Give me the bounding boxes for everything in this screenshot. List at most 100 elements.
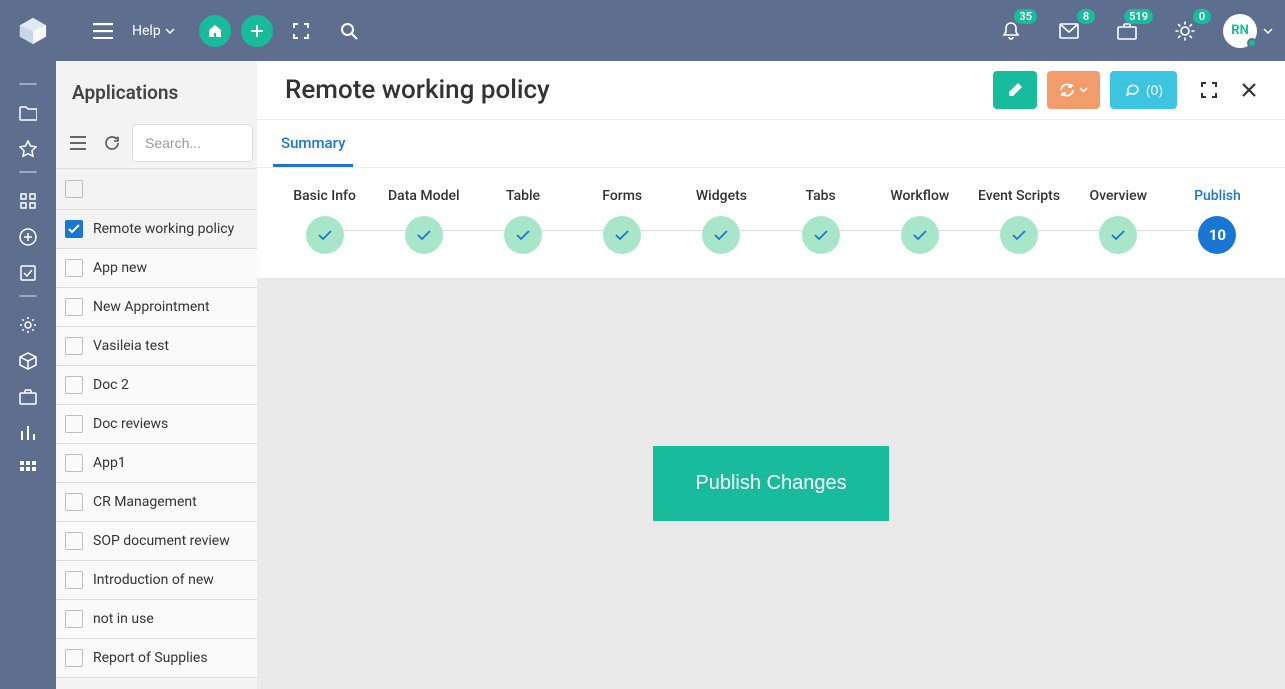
select-all-checkbox[interactable]: [65, 180, 83, 198]
help-label: Help: [132, 23, 161, 39]
wizard-step[interactable]: Event Scripts: [969, 188, 1068, 254]
row-checkbox[interactable]: [65, 610, 83, 628]
wizard-step[interactable]: Overview: [1069, 188, 1168, 254]
page-title: Remote working policy: [285, 75, 993, 105]
rail-apps-icon[interactable]: [8, 451, 48, 487]
publish-area: Publish Changes: [257, 278, 1285, 689]
publish-changes-button[interactable]: Publish Changes: [653, 446, 888, 521]
row-checkbox[interactable]: [65, 298, 83, 316]
row-checkbox[interactable]: [65, 376, 83, 394]
wizard-step[interactable]: Basic Info: [275, 188, 374, 254]
tab-summary[interactable]: Summary: [273, 120, 353, 167]
wizard-step[interactable]: Table: [473, 188, 572, 254]
add-button[interactable]: [241, 15, 273, 47]
row-checkbox[interactable]: [65, 532, 83, 550]
notifications-bell[interactable]: 35: [991, 11, 1031, 51]
application-name: Vasileia test: [93, 338, 169, 354]
row-checkbox[interactable]: [65, 454, 83, 472]
application-name: CR Management: [93, 494, 197, 510]
wizard-step[interactable]: Publish10: [1168, 188, 1267, 254]
step-check-icon: [603, 216, 641, 254]
mail-badge: 8: [1077, 9, 1095, 24]
step-check-icon: [504, 216, 542, 254]
application-row[interactable]: Doc 2: [56, 366, 257, 405]
applications-list: Remote working policy App new New Approint…: [56, 168, 257, 689]
comments-button[interactable]: (0): [1110, 71, 1177, 109]
step-check-icon: [901, 216, 939, 254]
wizard-step[interactable]: Forms: [573, 188, 672, 254]
refresh-icon[interactable]: [98, 129, 126, 157]
step-check-icon: [1000, 216, 1038, 254]
application-row[interactable]: Doc reviews: [56, 405, 257, 444]
notifications-briefcase[interactable]: 519: [1107, 11, 1147, 51]
application-row[interactable]: SOP document review: [56, 522, 257, 561]
edit-button[interactable]: [993, 71, 1037, 109]
application-row[interactable]: App1: [56, 444, 257, 483]
application-row[interactable]: Vasileia test: [56, 327, 257, 366]
application-name: Introduction of new: [93, 572, 214, 588]
row-checkbox[interactable]: [65, 259, 83, 277]
row-checkbox[interactable]: [65, 649, 83, 667]
application-row[interactable]: App new: [56, 249, 257, 288]
rail-separator: [19, 171, 37, 173]
search-icon[interactable]: [331, 13, 367, 49]
row-checkbox[interactable]: [65, 571, 83, 589]
theme-toggle[interactable]: 0: [1165, 11, 1205, 51]
step-count-icon: 10: [1198, 216, 1236, 254]
tab-bar: Summary: [257, 119, 1285, 167]
close-icon[interactable]: [1231, 72, 1267, 108]
rail-chart-icon[interactable]: [8, 415, 48, 451]
step-check-icon: [702, 216, 740, 254]
notifications-mail[interactable]: 8: [1049, 11, 1089, 51]
application-row[interactable]: Introduction of new: [56, 561, 257, 600]
application-name: Remote working policy: [93, 221, 234, 237]
user-menu[interactable]: RN: [1223, 14, 1273, 48]
bell-badge: 35: [1014, 9, 1037, 24]
comments-count: (0): [1146, 82, 1163, 98]
application-name: App1: [93, 455, 126, 471]
rail-add-icon[interactable]: [8, 219, 48, 255]
home-button[interactable]: [199, 15, 231, 47]
row-checkbox[interactable]: [65, 337, 83, 355]
row-checkbox[interactable]: [65, 220, 83, 238]
step-label: Data Model: [388, 188, 460, 204]
step-label: Workflow: [890, 188, 949, 204]
help-menu[interactable]: Help: [132, 23, 175, 39]
application-row[interactable]: CR Management: [56, 483, 257, 522]
wizard-step[interactable]: Workflow: [870, 188, 969, 254]
step-label: Event Scripts: [978, 188, 1060, 204]
app-logo[interactable]: [14, 12, 52, 50]
rail-grid-icon[interactable]: [8, 183, 48, 219]
application-row[interactable]: Report of Supplies: [56, 639, 257, 678]
step-label: Tabs: [805, 188, 835, 204]
wizard-step[interactable]: Widgets: [672, 188, 771, 254]
step-check-icon: [306, 216, 344, 254]
step-label: Overview: [1089, 188, 1146, 204]
step-label: Widgets: [696, 188, 747, 204]
list-menu-icon[interactable]: [64, 129, 92, 157]
wizard-step[interactable]: Data Model: [374, 188, 473, 254]
expand-icon[interactable]: [1191, 72, 1227, 108]
rail-star-icon[interactable]: [8, 131, 48, 167]
rail-folder-icon[interactable]: [8, 95, 48, 131]
row-checkbox[interactable]: [65, 493, 83, 511]
rail-gear-icon[interactable]: [8, 307, 48, 343]
rail-package-icon[interactable]: [8, 343, 48, 379]
step-label: Basic Info: [293, 188, 356, 204]
application-row[interactable]: Remote working policy: [56, 210, 257, 249]
fullscreen-icon[interactable]: [283, 13, 319, 49]
rail-separator: [19, 295, 37, 297]
application-row[interactable]: not in use: [56, 600, 257, 639]
search-input[interactable]: [132, 124, 253, 162]
briefcase-badge: 519: [1124, 9, 1153, 24]
wizard-step[interactable]: Tabs: [771, 188, 870, 254]
row-checkbox[interactable]: [65, 415, 83, 433]
sync-dropdown-button[interactable]: [1047, 71, 1100, 109]
application-row[interactable]: New Approintment: [56, 288, 257, 327]
application-name: App new: [93, 260, 147, 276]
menu-icon[interactable]: [90, 18, 116, 44]
rail-briefcase-icon[interactable]: [8, 379, 48, 415]
rail-check-icon[interactable]: [8, 255, 48, 291]
theme-badge: 0: [1193, 9, 1211, 24]
step-check-icon: [802, 216, 840, 254]
